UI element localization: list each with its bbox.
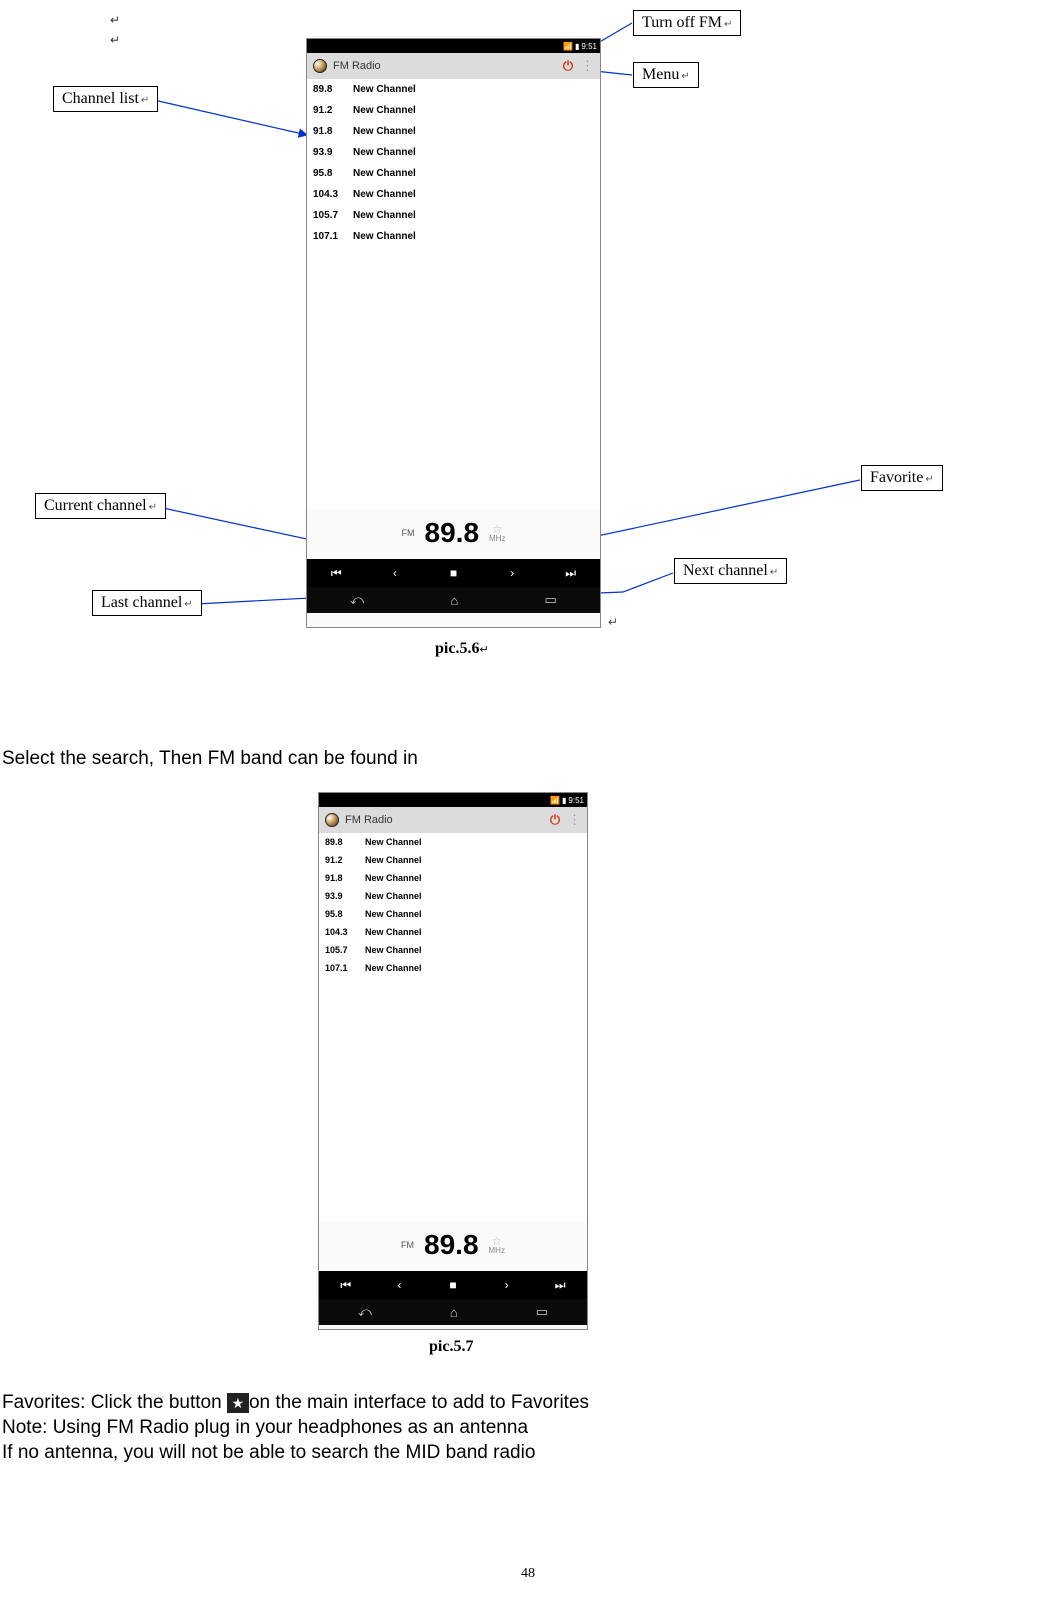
channel-row[interactable]: 91.8New Channel [319,869,587,887]
home-icon[interactable]: ⌂ [450,593,458,608]
current-frequency: 89.8 [425,517,480,549]
radio-app-icon [325,813,339,827]
callout-channel-list: Channel list↵ [53,86,158,112]
stop-button[interactable]: ■ [424,559,483,587]
favorite-button-icon: ★ [227,1393,249,1413]
first-button[interactable]: ⏮ [307,559,366,587]
callout-next-channel: Next channel↵ [674,558,787,584]
recent-icon[interactable]: ▭ [545,592,557,608]
system-nav-bar: ⤺ ⌂ ▭ [307,587,600,613]
radio-app-icon [313,59,327,73]
prev-button[interactable]: ‹ [366,559,425,587]
callout-current-channel: Current channel↵ [35,493,166,519]
home-icon[interactable]: ⌂ [450,1305,458,1320]
channel-row[interactable]: 91.2New Channel [319,851,587,869]
mhz-label: MHz [489,1247,505,1255]
channel-row[interactable]: 95.8New Channel [319,905,587,923]
channel-row[interactable]: 89.8New Channel [307,79,600,100]
status-bar: 📶 ▮ 9:51 [319,793,587,807]
body-text-note: Note: Using FM Radio plug in your headph… [2,1417,528,1439]
back-icon[interactable]: ⤺ [350,592,364,608]
system-nav-bar: ⤺ ⌂ ▭ [319,1299,587,1325]
caption-pic57: pic.5.7 [429,1338,473,1356]
page-number: 48 [0,1566,1056,1582]
paragraph-mark: ↵ [608,615,618,629]
power-button[interactable]: ⏻ [558,58,578,74]
paragraph-mark: ↵ [110,33,120,47]
body-text-select-search: Select the search, Then FM band can be f… [2,748,418,770]
prev-button[interactable]: ‹ [373,1271,427,1299]
callout-last-channel: Last channel↵ [92,590,202,616]
back-icon[interactable]: ⤺ [358,1304,372,1320]
channel-row[interactable]: 104.3New Channel [307,184,600,205]
menu-button[interactable]: ⋮ [565,812,581,828]
next-button[interactable]: › [483,559,542,587]
body-text-no-antenna: If no antenna, you will not be able to s… [2,1442,535,1464]
channel-row[interactable]: 104.3New Channel [319,923,587,941]
paragraph-mark: ↵ [110,13,120,27]
channel-list[interactable]: 89.8New Channel 91.2New Channel 91.8New … [307,79,600,509]
app-header: FM Radio ⏻ ⋮ [307,53,600,79]
fm-label: FM [401,1240,414,1250]
channel-row[interactable]: 91.8New Channel [307,121,600,142]
battery-icon: ▮ [562,796,566,805]
channel-row[interactable]: 107.1New Channel [307,226,600,247]
body-text-favorites: Favorites: Click the button ★on the main… [2,1392,589,1414]
callout-favorite: Favorite↵ [861,465,943,491]
first-button[interactable]: ⏮ [319,1271,373,1299]
channel-row[interactable]: 93.9New Channel [319,887,587,905]
status-time: 9:51 [568,796,584,805]
signal-icon: 📶 [550,796,560,805]
phone-screenshot-2: 📶 ▮ 9:51 FM Radio ⏻ ⋮ 89.8New Channel 91… [318,792,588,1330]
power-button[interactable]: ⏻ [545,812,565,828]
recent-icon[interactable]: ▭ [536,1304,548,1320]
phone-screenshot-1: 📶 ▮ 9:51 FM Radio ⏻ ⋮ 89.8New Channel 91… [306,38,601,628]
channel-row[interactable]: 105.7New Channel [307,205,600,226]
current-frequency: 89.8 [424,1229,479,1261]
channel-row[interactable]: 89.8New Channel [319,833,587,851]
status-time: 9:51 [581,42,597,51]
channel-row[interactable]: 107.1New Channel [319,959,587,977]
app-title: FM Radio [345,814,545,826]
channel-row[interactable]: 93.9New Channel [307,142,600,163]
mhz-label: MHz [489,535,505,543]
app-title: FM Radio [333,60,558,72]
now-playing: FM 89.8 ☆ MHz [307,509,600,559]
channel-row[interactable]: 105.7New Channel [319,941,587,959]
signal-icon: 📶 [563,42,573,51]
player-controls: ⏮ ‹ ■ › ⏭ [319,1271,587,1299]
channel-row[interactable]: 95.8New Channel [307,163,600,184]
stop-button[interactable]: ■ [426,1271,480,1299]
last-button[interactable]: ⏭ [533,1271,587,1299]
last-button[interactable]: ⏭ [541,559,600,587]
callout-menu: Menu↵ [633,62,699,88]
now-playing: FM 89.8 ☆ MHz [319,1221,587,1271]
player-controls: ⏮ ‹ ■ › ⏭ [307,559,600,587]
next-button[interactable]: › [480,1271,534,1299]
fm-label: FM [402,528,415,538]
caption-pic56: pic.5.6↵ [435,640,489,658]
callout-turn-off-fm: Turn off FM↵ [633,10,741,36]
status-bar: 📶 ▮ 9:51 [307,39,600,53]
app-header: FM Radio ⏻ ⋮ [319,807,587,833]
channel-row[interactable]: 91.2New Channel [307,100,600,121]
menu-button[interactable]: ⋮ [578,58,594,74]
battery-icon: ▮ [575,42,579,51]
channel-list[interactable]: 89.8New Channel 91.2New Channel 91.8New … [319,833,587,1221]
